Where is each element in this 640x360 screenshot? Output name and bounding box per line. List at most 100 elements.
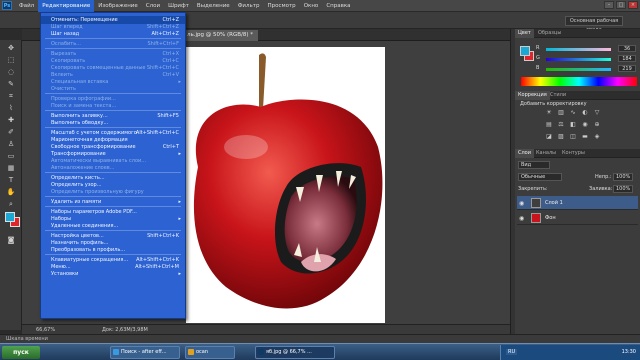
tab-color[interactable]: Цвет: [515, 29, 534, 38]
menu-window[interactable]: Окно: [300, 0, 323, 12]
curves-icon[interactable]: ∿: [569, 109, 577, 116]
channel-r-track[interactable]: [546, 48, 611, 51]
document-canvas[interactable]: [186, 47, 385, 323]
hand-tool-icon[interactable]: ✋: [4, 188, 18, 197]
lock-label: Закрепить:: [518, 186, 548, 192]
threshold-icon[interactable]: ◫: [569, 133, 577, 140]
menu-item-label: Удалить из памяти: [51, 199, 102, 205]
document-size[interactable]: Док: 2,63M/3,98M: [102, 327, 148, 333]
zoom-level[interactable]: 66,67%: [36, 327, 55, 333]
layer-kind-filter[interactable]: Вид: [518, 161, 550, 169]
gradient-map-icon[interactable]: ▬: [581, 133, 589, 140]
crop-tool-icon[interactable]: ⌗: [4, 92, 18, 101]
selective-color-icon[interactable]: ◈: [593, 133, 601, 140]
language-indicator[interactable]: RU: [506, 349, 518, 355]
opacity-field[interactable]: 100%: [613, 173, 633, 181]
fill-field[interactable]: 100%: [613, 185, 633, 193]
hue-sat-icon[interactable]: ▤: [545, 121, 553, 128]
tab-swatches[interactable]: Образцы: [535, 29, 564, 38]
slider-b[interactable]: B 219: [518, 65, 638, 73]
menu-image[interactable]: Изображение: [94, 0, 142, 12]
quick-mask-icon[interactable]: ◙: [4, 236, 18, 245]
menu-select[interactable]: Выделение: [193, 0, 234, 12]
menu-separator: [45, 48, 181, 49]
edit-menu-item[interactable]: Удаленные соединения...: [41, 222, 185, 230]
edit-menu-item[interactable]: Удалить из памяти ▸: [41, 198, 185, 206]
zoom-tool-icon[interactable]: ⌕: [4, 200, 18, 209]
channel-mixer-icon[interactable]: ⊕: [593, 121, 601, 128]
type-tool-icon[interactable]: T: [4, 176, 18, 185]
start-button[interactable]: пуск: [2, 346, 40, 359]
menu-layers[interactable]: Слои: [142, 0, 164, 12]
menu-help[interactable]: Справка: [322, 0, 354, 12]
tab-channels[interactable]: Каналы: [533, 149, 559, 158]
menu-item-label: Преобразовать в профиль...: [51, 247, 126, 253]
channel-g-value[interactable]: 184: [618, 55, 636, 62]
brush-tool-icon[interactable]: ✐: [4, 128, 18, 137]
minimize-button[interactable]: –: [604, 1, 614, 9]
invert-icon[interactable]: ◪: [545, 133, 553, 140]
document-tab[interactable]: ль.jpg @ 50% (RGB/8) *: [182, 30, 258, 41]
edit-menu-item[interactable]: Преобразовать в профиль...: [41, 246, 185, 254]
timeline-label[interactable]: Шкала времени: [6, 336, 48, 342]
close-button[interactable]: ×: [628, 1, 638, 9]
posterize-icon[interactable]: ▨: [557, 133, 565, 140]
menu-edit[interactable]: Редактирование: [38, 0, 95, 12]
tab-paths[interactable]: Контуры: [559, 149, 588, 158]
healing-tool-icon[interactable]: ✚: [4, 116, 18, 125]
slider-g[interactable]: G 184: [518, 55, 638, 63]
lasso-tool-icon[interactable]: ◌: [4, 68, 18, 77]
edit-menu-item[interactable]: Очистить: [41, 85, 185, 93]
menu-type[interactable]: Шрифт: [164, 0, 193, 12]
edit-menu-item[interactable]: Поиск и замена текста...: [41, 102, 185, 110]
edit-menu-item[interactable]: Ослабить... Shift+Ctrl+F: [41, 40, 185, 48]
menu-file[interactable]: Файл: [15, 0, 38, 12]
eraser-tool-icon[interactable]: ▭: [4, 152, 18, 161]
color-balance-icon[interactable]: ⚖: [557, 121, 565, 128]
quick-select-tool-icon[interactable]: ✎: [4, 80, 18, 89]
channel-b-track[interactable]: [546, 68, 611, 71]
layer-row-background[interactable]: ◉ Фон: [517, 211, 638, 225]
workspace-switcher[interactable]: Основная рабочая среда: [565, 16, 623, 33]
edit-menu-dropdown: Отменить: Перемещение Ctrl+Z Шаг вперед Shi…: [40, 12, 186, 319]
layer-name[interactable]: Фон: [545, 215, 556, 221]
stamp-tool-icon[interactable]: ♙: [4, 140, 18, 149]
gradient-tool-icon[interactable]: ▦: [4, 164, 18, 173]
foreground-color-swatch[interactable]: [5, 212, 15, 222]
edit-menu-item[interactable]: Автоналожение слоев...: [41, 164, 185, 172]
edit-menu-item[interactable]: Шаг назад Alt+Ctrl+Z: [41, 30, 185, 38]
edit-menu-item[interactable]: Установки ▸: [41, 270, 185, 278]
layer-name[interactable]: Слой 1: [545, 200, 563, 206]
channel-g-track[interactable]: [546, 58, 611, 61]
maximize-button[interactable]: □: [616, 1, 626, 9]
blend-mode-select[interactable]: Обычные: [518, 173, 562, 181]
color-spectrum[interactable]: [521, 77, 637, 86]
channel-b-value[interactable]: 219: [618, 65, 636, 72]
edit-menu-item[interactable]: Определить произвольную фигуру: [41, 188, 185, 196]
menu-filter[interactable]: Фильтр: [234, 0, 264, 12]
tab-adjustments[interactable]: Коррекция: [515, 91, 550, 100]
task-photoshop[interactable]: яб.jpg @ 66,7% ...: [255, 346, 335, 359]
layer-row-layer1[interactable]: ◉ Слой 1: [517, 196, 638, 210]
brightness-icon[interactable]: ☀: [545, 109, 553, 116]
channel-r-value[interactable]: 36: [618, 45, 636, 52]
task-ocan[interactable]: ocan: [185, 346, 235, 359]
visibility-eye-icon[interactable]: ◉: [519, 215, 524, 222]
bw-icon[interactable]: ◧: [569, 121, 577, 128]
vibrance-icon[interactable]: ▽: [593, 109, 601, 116]
task-browser[interactable]: Поиск - after eff...: [110, 346, 180, 359]
marquee-tool-icon[interactable]: ⬚: [4, 56, 18, 65]
slider-r[interactable]: R 36: [518, 45, 638, 53]
eyedropper-tool-icon[interactable]: ⌇: [4, 104, 18, 113]
menu-view[interactable]: Просмотр: [263, 0, 299, 12]
tab-styles[interactable]: Стили: [547, 91, 569, 100]
levels-icon[interactable]: ▥: [557, 109, 565, 116]
photo-filter-icon[interactable]: ◉: [581, 121, 589, 128]
channel-g-label: G: [536, 55, 540, 61]
move-tool-icon[interactable]: ✥: [4, 44, 18, 53]
tab-layers[interactable]: Слои: [515, 149, 534, 158]
edit-menu-item[interactable]: Выполнить обводку...: [41, 119, 185, 127]
visibility-eye-icon[interactable]: ◉: [519, 200, 524, 207]
exposure-icon[interactable]: ◐: [581, 109, 589, 116]
color-panel-fg-swatch[interactable]: [520, 46, 530, 56]
